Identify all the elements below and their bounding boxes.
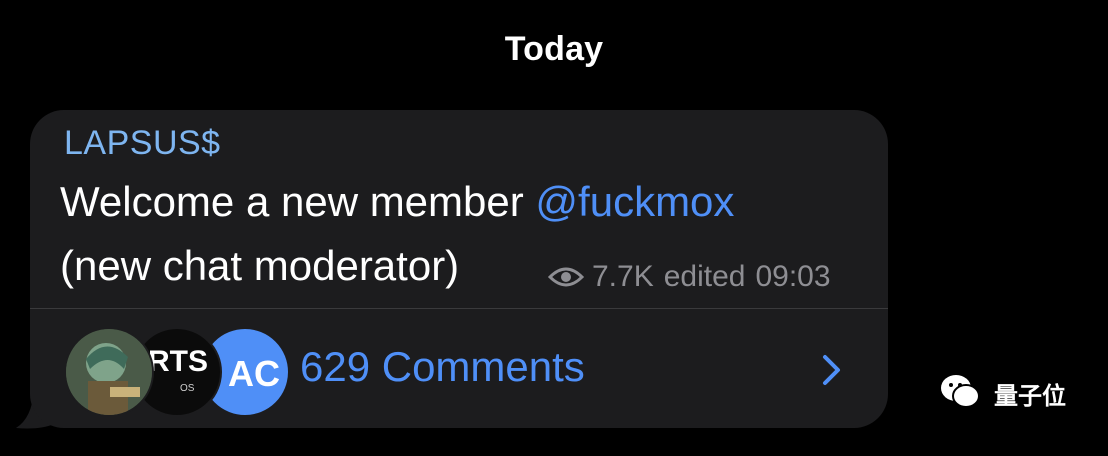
comments-button[interactable]: AC RTS OS 629 Comments xyxy=(30,309,888,424)
sender-name[interactable]: LAPSUS$ xyxy=(64,124,221,163)
message-time: 09:03 xyxy=(755,260,831,293)
wechat-icon xyxy=(941,375,980,408)
date-separator: Today xyxy=(504,30,604,68)
avatar xyxy=(64,327,154,417)
watermark-text: 量子位 xyxy=(994,383,1066,410)
message-text-line-2: (new chat moderator) xyxy=(60,242,460,289)
eye-icon xyxy=(548,267,584,287)
edited-label: edited xyxy=(663,260,746,293)
message-text: Welcome a new member xyxy=(60,178,536,225)
message-text-line-1: Welcome a new member @fuckmox xyxy=(60,178,734,226)
comments-count-label[interactable]: 629 Comments xyxy=(300,343,585,391)
source-watermark: 量子位 xyxy=(940,370,1080,410)
chevron-right-icon[interactable] xyxy=(820,353,844,387)
user-mention-link[interactable]: @fuckmox xyxy=(535,178,734,225)
message-meta: 7.7K edited 09:03 xyxy=(548,260,831,294)
view-count: 7.7K xyxy=(592,260,654,293)
